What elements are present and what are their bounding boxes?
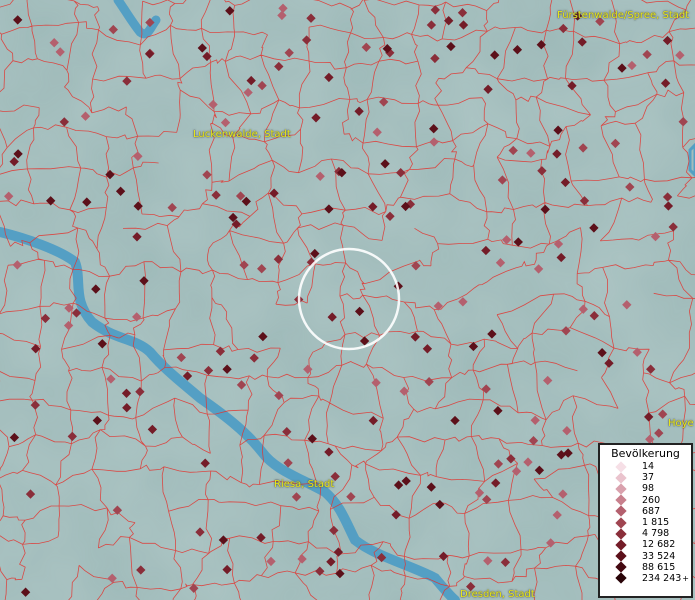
legend-label: 37 (642, 472, 655, 484)
legend-swatch (615, 460, 627, 473)
legend-label: 12 682 (642, 539, 676, 551)
legend-swatch (615, 494, 627, 506)
legend-label: 1 815 (642, 517, 670, 529)
legend-class: 12 682 (600, 539, 691, 551)
legend-title: Bevölkerung (611, 447, 680, 460)
legend-class: 687 (600, 505, 691, 518)
legend-swatch (615, 472, 627, 484)
legend-class: 234 243 + (600, 572, 691, 585)
legend-class: 33 524 (600, 550, 691, 562)
legend-swatch (615, 539, 627, 551)
legend-swatch (615, 516, 627, 529)
terrain-texture (0, 0, 695, 600)
legend-swatch (615, 483, 627, 495)
legend-swatch (615, 528, 627, 540)
legend-swatch (615, 572, 627, 585)
legend-label: 260 (642, 494, 661, 506)
place-label: Fürstenwalde/Spree, Stadt (557, 10, 690, 21)
legend-label: 33 524 (642, 550, 676, 562)
legend-class: 37 (600, 472, 691, 484)
legend-class: 14 (600, 460, 691, 473)
legend-class: 1 815 (600, 516, 691, 529)
legend-label: 234 243 (642, 572, 682, 584)
legend-label: 4 798 (642, 528, 670, 540)
legend-swatch (615, 505, 627, 518)
legend-classes: 14 37 98 260 687 1 815 4 798 12 682 33 524 88 615… (600, 460, 691, 585)
legend-label: 88 615 (642, 561, 676, 573)
legend-class: 88 615 (600, 561, 691, 573)
legend-label: 98 (642, 483, 655, 495)
place-label: Hoye (668, 418, 694, 429)
place-label: Riesa, Stadt (274, 479, 335, 490)
legend-class: 4 798 (600, 528, 691, 540)
population-legend: Bevölkerung 14 37 98 260 687 1 815 4 798 12 682… (598, 443, 693, 598)
legend-class: 98 (600, 483, 691, 495)
legend-label: 14 (642, 461, 655, 473)
legend-label: 687 (642, 505, 661, 517)
legend-swatch (615, 550, 627, 562)
place-label: Luckenwalde, Stadt (193, 129, 291, 140)
place-label: Dresden, Stadt (460, 589, 535, 600)
legend-plus: + (682, 573, 689, 583)
map-canvas[interactable] (0, 0, 695, 600)
legend-class: 260 (600, 494, 691, 506)
legend-swatch (615, 561, 627, 573)
